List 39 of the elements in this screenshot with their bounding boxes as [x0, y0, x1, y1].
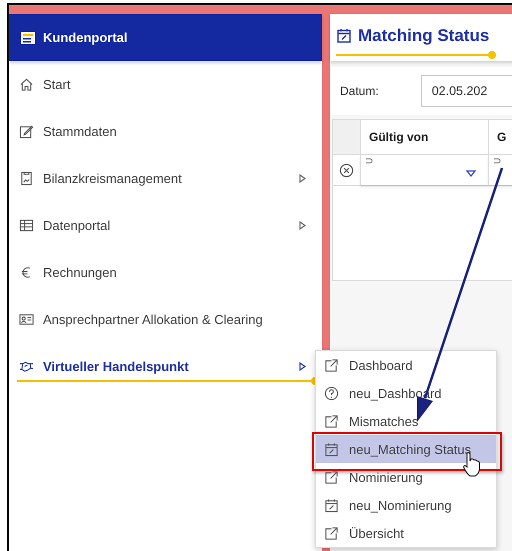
date-field[interactable]: 02.05.202 — [420, 75, 512, 107]
external-link-icon — [324, 414, 339, 428]
calendar-icon — [336, 27, 352, 44]
column-header[interactable]: Gültig von — [360, 120, 488, 154]
sidebar-item[interactable]: Bilanzkreismanagement — [9, 155, 322, 202]
sidebar-item[interactable]: Ansprechpartner Allokation & Clearing — [9, 296, 322, 343]
portal-title: Kundenportal — [43, 30, 128, 45]
help-icon — [324, 386, 339, 400]
page-title: Matching Status — [358, 26, 490, 46]
submenu-item[interactable]: neu_Nominierung — [316, 491, 496, 519]
submenu-item[interactable]: Übersicht — [316, 519, 496, 547]
calendar-icon — [324, 498, 339, 512]
contact-card-icon — [19, 312, 34, 327]
document-icon — [19, 171, 34, 186]
table-corner — [333, 120, 360, 154]
sidebar-item[interactable]: Rechnungen — [9, 249, 322, 296]
filter-cell[interactable]: ⊃ — [488, 155, 512, 185]
sidebar-item[interactable]: Start — [9, 61, 322, 108]
home-icon — [19, 77, 34, 92]
sidebar-item[interactable]: Datenportal — [9, 202, 322, 249]
clear-filter-icon[interactable] — [339, 162, 354, 178]
external-link-icon — [324, 526, 339, 540]
sidebar-item[interactable]: Stammdaten — [9, 108, 322, 155]
submenu-item[interactable]: Nominierung — [316, 463, 496, 491]
edit-icon — [19, 124, 34, 139]
submenu-item[interactable]: Mismatches — [316, 407, 496, 435]
filter-operator: ⊃ — [493, 155, 501, 167]
dropdown-triangle-icon[interactable] — [466, 170, 476, 177]
handshake-icon — [19, 359, 34, 374]
filter-operator: ⊃ — [365, 155, 373, 167]
external-link-icon — [324, 358, 339, 372]
date-label: Datum: — [340, 84, 379, 98]
column-header[interactable]: G — [488, 120, 512, 154]
external-link-icon — [324, 470, 339, 484]
portal-logo-icon — [21, 32, 35, 44]
table-icon — [19, 218, 34, 233]
submenu-item[interactable]: neu_Matching Status — [316, 435, 496, 463]
calendar-icon — [324, 442, 339, 456]
filter-cell[interactable]: ⊃ — [360, 155, 488, 185]
